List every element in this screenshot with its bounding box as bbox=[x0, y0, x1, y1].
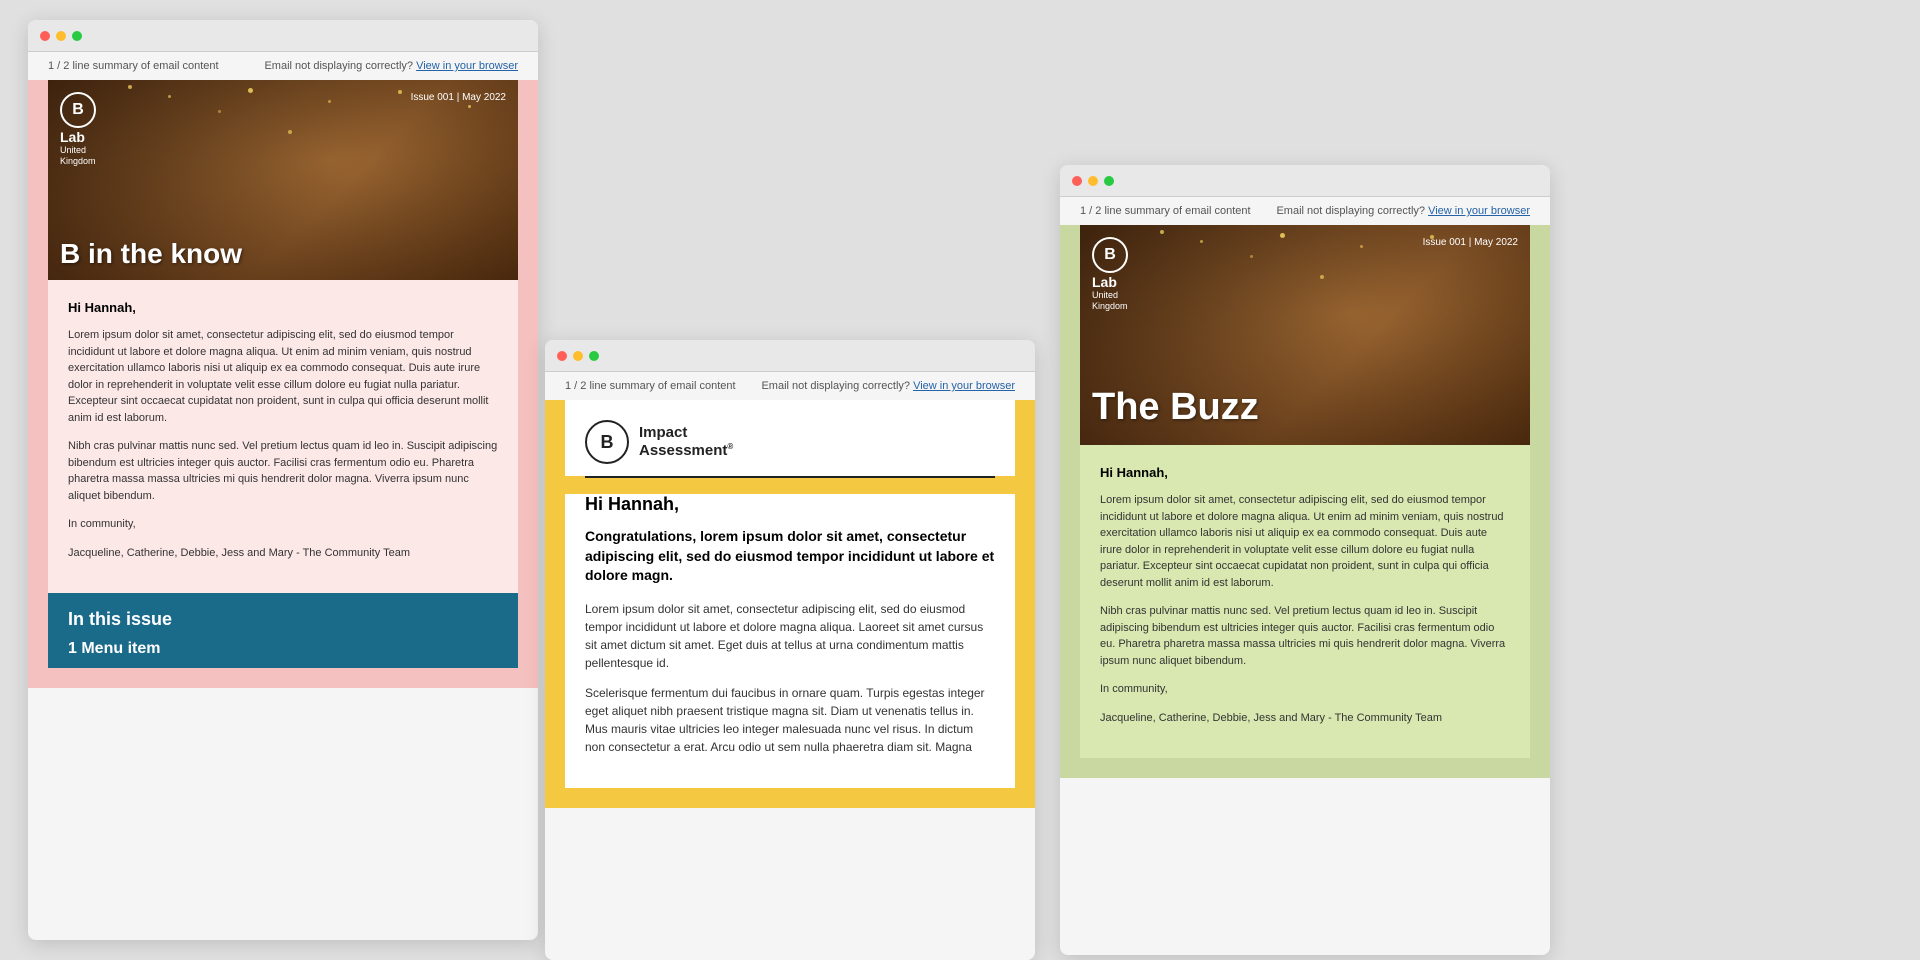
summary-text-3: 1 / 2 line summary of email content bbox=[1080, 205, 1251, 217]
b-lab-subtext-1: UnitedKingdom bbox=[60, 145, 96, 167]
bia-logo-text: ImpactAssessment® bbox=[639, 424, 733, 460]
display-notice-1: Email not displaying correctly? View in … bbox=[264, 60, 518, 72]
bia-divider bbox=[585, 476, 995, 478]
email-para-3-0: Lorem ipsum dolor sit amet, consectetur … bbox=[1100, 492, 1510, 591]
minimize-button-2[interactable] bbox=[573, 351, 583, 361]
bia-body: Hi Hannah, Congratulations, lorem ipsum … bbox=[565, 494, 1015, 788]
email-para-3-1: Nibh cras pulvinar mattis nunc sed. Vel … bbox=[1100, 603, 1510, 669]
page-wrapper: 1 / 2 line summary of email content Emai… bbox=[0, 0, 1920, 960]
email-para-1-2: In community, bbox=[68, 516, 498, 533]
bia-greeting: Hi Hannah, bbox=[585, 494, 995, 515]
in-this-issue-title: In this issue bbox=[68, 609, 498, 630]
window-controls-2 bbox=[557, 351, 599, 361]
maximize-button-2[interactable] bbox=[589, 351, 599, 361]
view-in-browser-link-3[interactable]: View in your browser bbox=[1428, 205, 1530, 217]
newsletter-3: Issue 001 | May 2022 B Lab UnitedKingdom… bbox=[1060, 225, 1550, 778]
menu-item-1: 1 Menu item bbox=[68, 640, 498, 658]
email-para-3-2: In community, bbox=[1100, 681, 1510, 698]
titlebar-2 bbox=[545, 340, 1035, 372]
summary-text-1: 1 / 2 line summary of email content bbox=[48, 60, 219, 72]
in-this-issue-section: In this issue 1 Menu item bbox=[48, 593, 518, 668]
bia-congrats: Congratulations, lorem ipsum dolor sit a… bbox=[585, 527, 995, 586]
email-para-3-3: Jacqueline, Catherine, Debbie, Jess and … bbox=[1100, 710, 1510, 727]
close-button-1[interactable] bbox=[40, 31, 50, 41]
window-controls-3 bbox=[1072, 176, 1114, 186]
email-topbar-1: 1 / 2 line summary of email content Emai… bbox=[28, 52, 538, 80]
maximize-button-3[interactable] bbox=[1104, 176, 1114, 186]
b-lab-logo-3: B Lab UnitedKingdom bbox=[1092, 237, 1128, 312]
email-body-1: Hi Hannah, Lorem ipsum dolor sit amet, c… bbox=[48, 280, 518, 593]
titlebar-3 bbox=[1060, 165, 1550, 197]
newsletter-1: Issue 001 | May 2022 B Lab UnitedKingdom… bbox=[28, 80, 538, 688]
close-button-3[interactable] bbox=[1072, 176, 1082, 186]
bia-logo-circle: B bbox=[585, 420, 629, 464]
hero-image-1: Issue 001 | May 2022 B Lab UnitedKingdom… bbox=[48, 80, 518, 280]
email-para-1-3: Jacqueline, Catherine, Debbie, Jess and … bbox=[68, 545, 498, 562]
view-in-browser-link-2[interactable]: View in your browser bbox=[913, 380, 1015, 392]
maximize-button-1[interactable] bbox=[72, 31, 82, 41]
b-logo-circle-1: B bbox=[60, 92, 96, 128]
newsletter-2: B ImpactAssessment® Hi Hannah, Congratul… bbox=[545, 400, 1035, 808]
email-greeting-3: Hi Hannah, bbox=[1100, 465, 1510, 480]
email-para-1-1: Nibh cras pulvinar mattis nunc sed. Vel … bbox=[68, 438, 498, 504]
hero-title-3: The Buzz bbox=[1092, 386, 1259, 429]
email-client-3[interactable]: 1 / 2 line summary of email content Emai… bbox=[1060, 197, 1550, 955]
email-client-1[interactable]: 1 / 2 line summary of email content Emai… bbox=[28, 52, 538, 940]
minimize-button-1[interactable] bbox=[56, 31, 66, 41]
email-greeting-1: Hi Hannah, bbox=[68, 300, 498, 315]
bia-para-1: Scelerisque fermentum dui faucibus in or… bbox=[585, 684, 995, 756]
b-logo-circle-3: B bbox=[1092, 237, 1128, 273]
email-body-3: Hi Hannah, Lorem ipsum dolor sit amet, c… bbox=[1080, 445, 1530, 758]
view-in-browser-link-1[interactable]: View in your browser bbox=[416, 60, 518, 72]
display-notice-2: Email not displaying correctly? View in … bbox=[761, 380, 1015, 392]
issue-label-3: Issue 001 | May 2022 bbox=[1423, 237, 1518, 248]
bia-para-0: Lorem ipsum dolor sit amet, consectetur … bbox=[585, 600, 995, 672]
browser-window-3: 1 / 2 line summary of email content Emai… bbox=[1060, 165, 1550, 955]
titlebar-1 bbox=[28, 20, 538, 52]
issue-label-1: Issue 001 | May 2022 bbox=[411, 92, 506, 103]
display-notice-3: Email not displaying correctly? View in … bbox=[1276, 205, 1530, 217]
summary-text-2: 1 / 2 line summary of email content bbox=[565, 380, 736, 392]
hero-image-3: Issue 001 | May 2022 B Lab UnitedKingdom… bbox=[1080, 225, 1530, 445]
b-lab-subtext-3: UnitedKingdom bbox=[1092, 290, 1128, 312]
email-para-1-0: Lorem ipsum dolor sit amet, consectetur … bbox=[68, 327, 498, 426]
b-lab-text-3: Lab bbox=[1092, 275, 1128, 290]
minimize-button-3[interactable] bbox=[1088, 176, 1098, 186]
browser-window-1: 1 / 2 line summary of email content Emai… bbox=[28, 20, 538, 940]
bia-logo-area: B ImpactAssessment® bbox=[565, 400, 1015, 476]
window-controls-1 bbox=[40, 31, 82, 41]
hero-title-1: B in the know bbox=[60, 238, 242, 270]
browser-window-2: 1 / 2 line summary of email content Emai… bbox=[545, 340, 1035, 960]
email-topbar-2: 1 / 2 line summary of email content Emai… bbox=[545, 372, 1035, 400]
email-topbar-3: 1 / 2 line summary of email content Emai… bbox=[1060, 197, 1550, 225]
close-button-2[interactable] bbox=[557, 351, 567, 361]
b-lab-logo-1: B Lab UnitedKingdom bbox=[60, 92, 96, 167]
b-lab-text-1: Lab bbox=[60, 130, 96, 145]
email-client-2[interactable]: 1 / 2 line summary of email content Emai… bbox=[545, 372, 1035, 960]
trademark-symbol: ® bbox=[727, 442, 733, 451]
